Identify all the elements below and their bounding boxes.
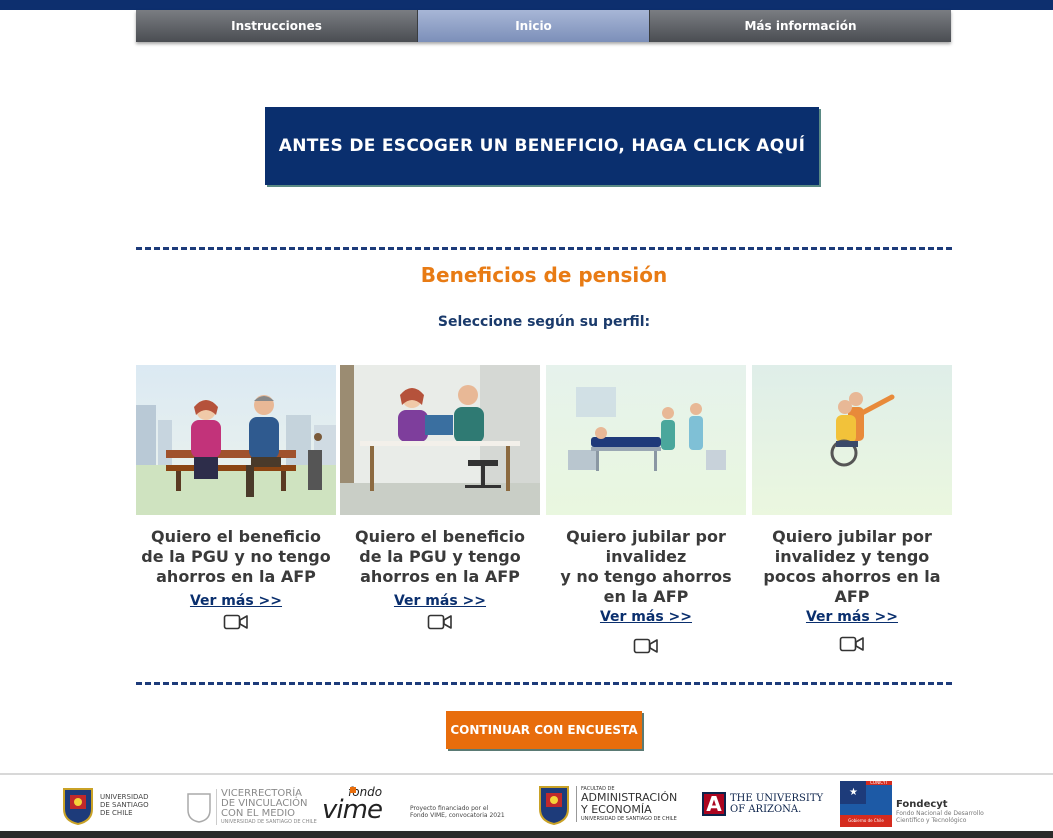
tab-mas-informacion[interactable]: Más información [650,10,951,42]
ver-mas-link[interactable]: Ver más >> [340,593,540,609]
continue-survey-button[interactable]: CONTINUAR CON ENCUESTA [446,711,642,749]
fae-crest-icon [539,786,569,825]
video-camera-icon[interactable] [427,613,453,631]
footer: UNIVERSIDAD DE SANTIAGO DE CHILE VICERRECT… [0,773,1053,838]
logo-vicerrectoria: VICERRECTORÍA DE VINCULACIÓN CON EL MEDI… [186,789,317,825]
illustration-couple-desk[interactable] [340,365,540,515]
footer-bottom-strip [0,831,1053,838]
video-camera-icon[interactable] [223,613,249,631]
divider-bottom [136,682,952,685]
logo-usach: UNIVERSIDAD DE SANTIAGO DE CHILE [62,785,149,825]
illustration-couple-bench[interactable] [136,365,336,515]
card-title: Quiero el beneficio de la PGU y no tengo… [141,527,331,586]
top-bar [0,0,1053,10]
arizona-a-icon: A [702,792,726,816]
card-title: Quiero jubilar por invalidez y no tengo … [560,527,732,606]
benefit-card-invalidez-few-savings: Quiero jubilar por invalidez y tengo poc… [752,365,952,653]
logo-fae: FACULTAD DE ADMINISTRACIÓN Y ECONOMÍA UN… [538,783,677,825]
logo-fondo-vime: fondo vime [322,785,383,825]
ver-mas-link[interactable]: Ver más >> [752,609,952,625]
card-title: Quiero jubilar por invalidez y tengo poc… [763,527,941,606]
vicerrectoria-crest-icon [187,793,211,823]
card-title: Quiero el beneficio de la PGU y tengo ah… [354,527,526,586]
ver-mas-link[interactable]: Ver más >> [546,609,746,625]
video-camera-icon[interactable] [839,635,865,653]
benefit-card-invalidez-no-savings: Quiero jubilar por invalidez y no tengo … [546,365,746,655]
tab-instrucciones[interactable]: Instrucciones [136,10,418,42]
proyecto-text: Proyecto financiado por el Fondo VIME, co… [410,805,505,819]
logo-fondecyt: CONICYT Gobierno de Chile ★ Fondecyt Fon… [840,781,984,827]
section-subtitle: Seleccione según su perfil: [437,314,651,330]
benefit-card-pgu-no-savings: Quiero el beneficio de la PGU y no tengo… [136,365,336,631]
illustration-hospital[interactable] [546,365,746,515]
conicyt-seal-icon: CONICYT Gobierno de Chile ★ [840,781,892,827]
benefit-card-pgu-with-savings: Quiero el beneficio de la PGU y tengo ah… [340,365,540,631]
section-title: Beneficios de pensión [420,263,668,287]
ver-mas-link[interactable]: Ver más >> [136,593,336,609]
tab-inicio[interactable]: Inicio [418,10,650,42]
info-cta-button[interactable]: ANTES DE ESCOGER UN BENEFICIO, HAGA CLIC… [265,107,819,185]
logo-arizona: A THE UNIVERSITY OF ARIZONA. [702,792,823,816]
usach-crest-icon [63,788,93,825]
divider-top [136,247,952,250]
main-nav: Instrucciones Inicio Más información [136,10,951,42]
video-camera-icon[interactable] [633,637,659,655]
illustration-wheelchair[interactable] [752,365,952,515]
